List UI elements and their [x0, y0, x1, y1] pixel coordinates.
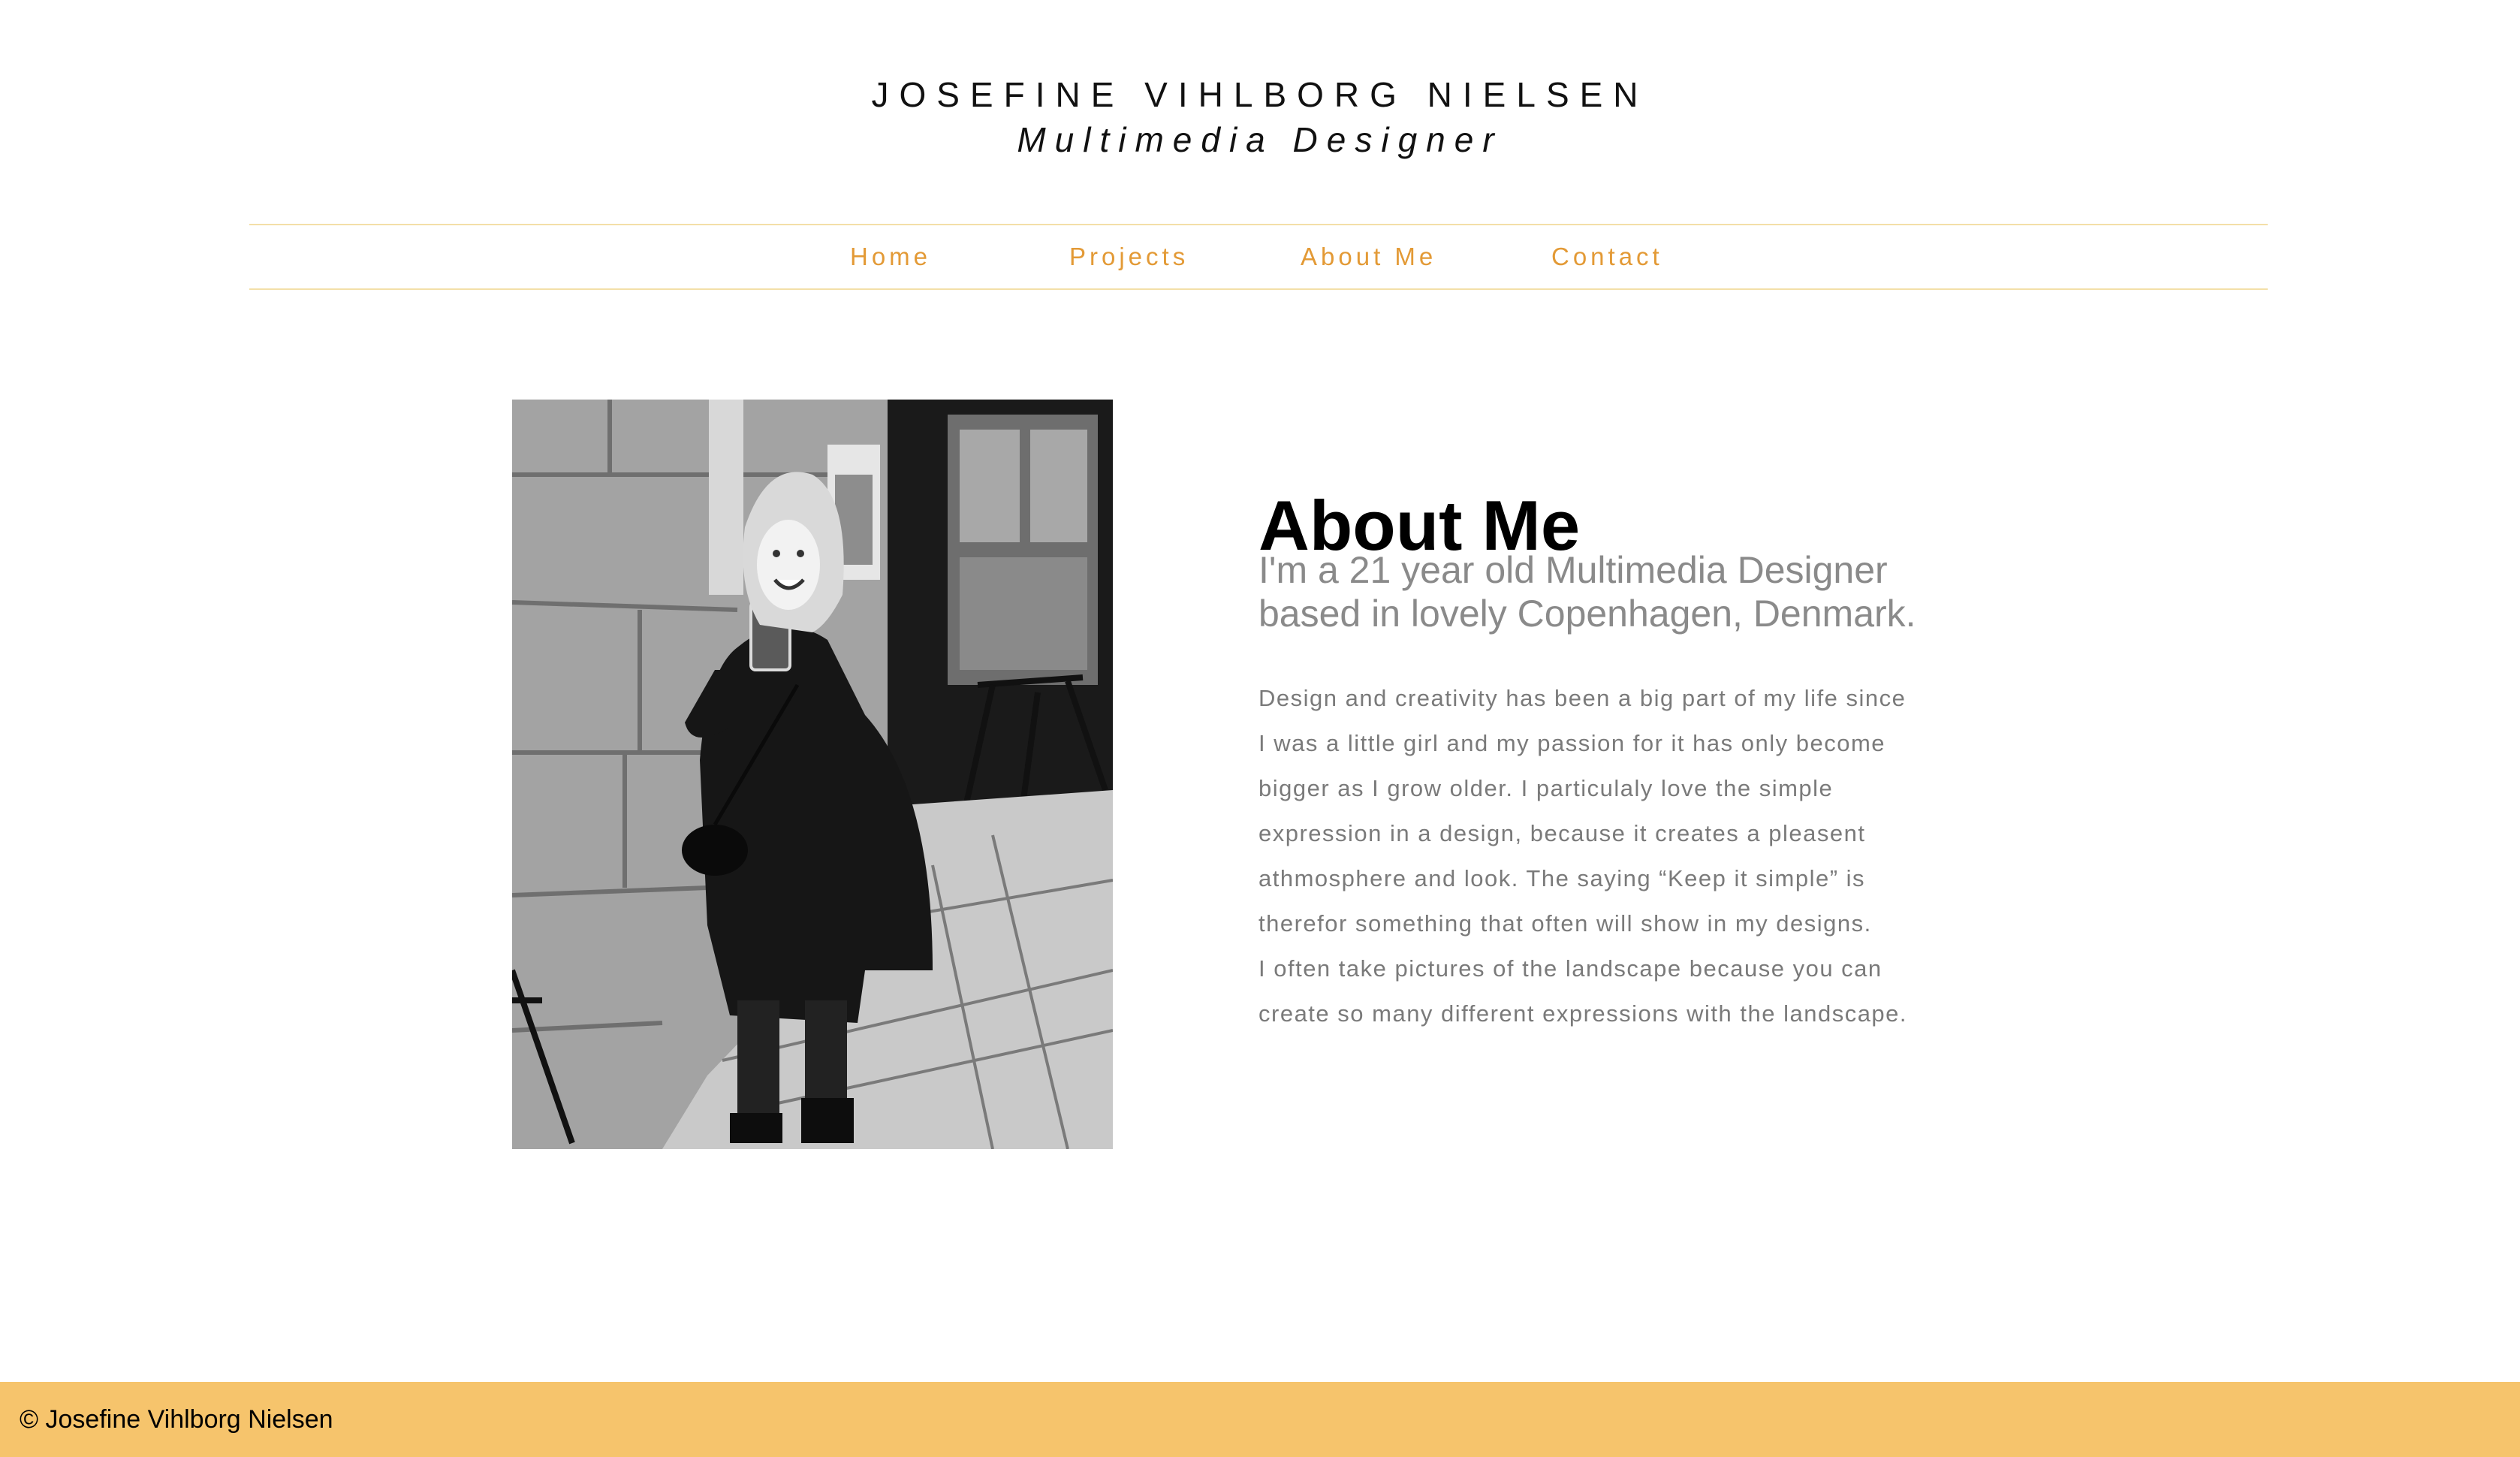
site-footer: © Josefine Vihlborg Nielsen: [0, 1382, 2520, 1457]
about-lead-line: based in lovely Copenhagen, Denmark.: [1258, 593, 1916, 635]
site-name[interactable]: JOSEFINE VIHLBORG NIELSEN: [0, 74, 2520, 116]
nav-item-about-me[interactable]: About Me: [1301, 242, 1436, 272]
about-body-line: athmosphere and look. The saying “Keep i…: [1258, 865, 1866, 891]
about-body-line: expression in a design, because it creat…: [1258, 820, 1866, 846]
about-lead: I'm a 21 year old Multimedia Designer ba…: [1258, 548, 2009, 635]
nav-item-projects[interactable]: Projects: [1069, 242, 1189, 272]
site-tagline: Multimedia Designer: [1017, 120, 1503, 159]
profile-photo-illustration: [512, 400, 1113, 1149]
about-body-line: I was a little girl and my passion for i…: [1258, 730, 1886, 756]
page: JOSEFINE VIHLBORG NIELSEN Multimedia Des…: [0, 0, 2520, 1457]
about-body-line: bigger as I grow older. I particulaly lo…: [1258, 775, 1834, 801]
main-nav: Home Projects About Me Contact: [249, 224, 2268, 290]
profile-photo: [512, 400, 1113, 1149]
nav-item-contact[interactable]: Contact: [1551, 242, 1663, 272]
about-body: Design and creativity has been a big par…: [1258, 676, 1979, 1036]
about-body-line: create so many different expressions wit…: [1258, 1000, 1908, 1027]
about-body-line: Design and creativity has been a big par…: [1258, 685, 1907, 711]
footer-copyright: © Josefine Vihlborg Nielsen: [20, 1405, 333, 1434]
about-lead-line: I'm a 21 year old Multimedia Designer: [1258, 549, 1888, 591]
nav-item-home[interactable]: Home: [850, 242, 931, 272]
about-body-line: I often take pictures of the landscape b…: [1258, 955, 1882, 982]
about-body-line: therefor something that often will show …: [1258, 910, 1872, 937]
